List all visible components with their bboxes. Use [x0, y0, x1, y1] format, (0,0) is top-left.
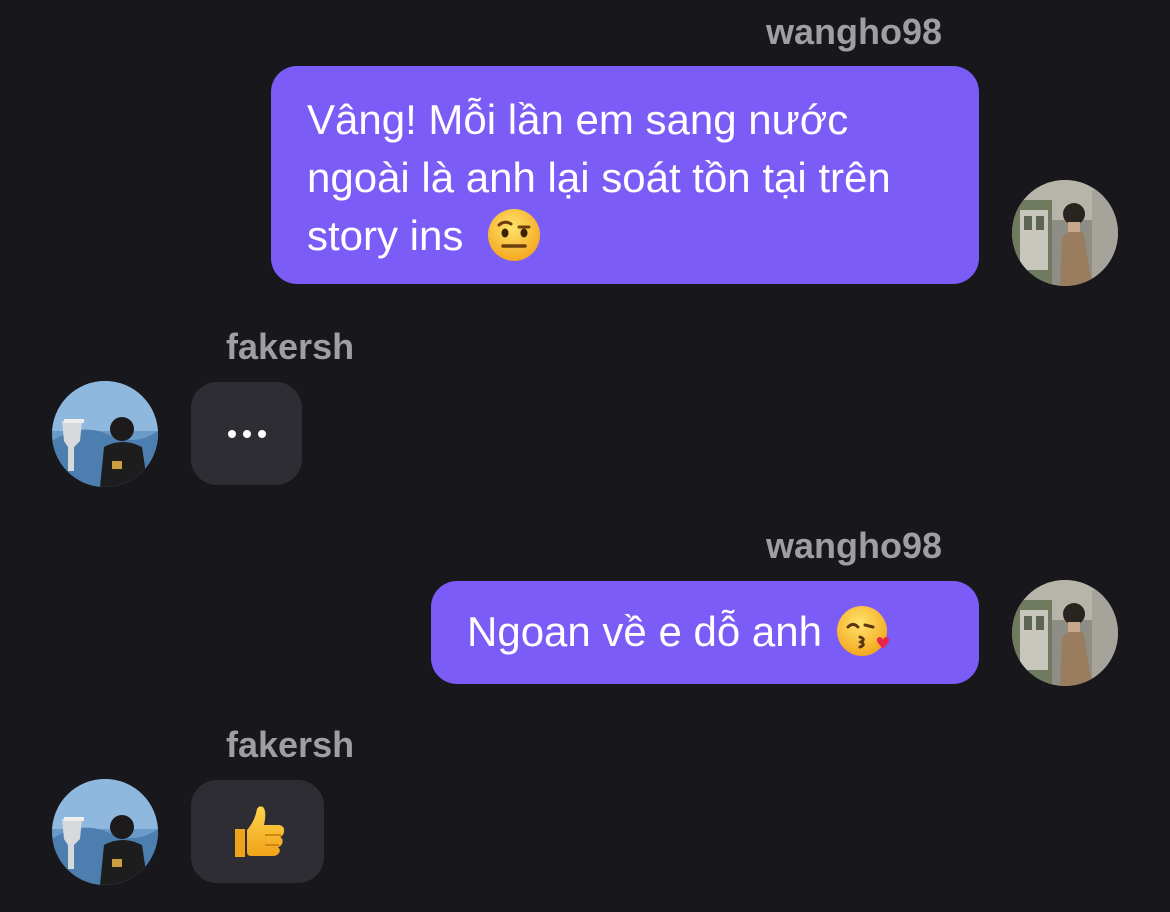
wangho98-avatar[interactable] [1012, 180, 1118, 286]
message-bubble-incoming[interactable]: ... [191, 382, 302, 485]
thumbs-up-icon [229, 803, 287, 861]
ellipsis-indicator [191, 382, 302, 485]
wangho98-avatar[interactable] [1012, 580, 1118, 686]
message-text: Ngoan về e dỗ anh [467, 608, 822, 655]
message-bubble-incoming[interactable] [191, 780, 324, 883]
face-with-raised-eyebrow-icon [487, 208, 541, 262]
sender-username: fakersh [226, 724, 355, 765]
fakersh-avatar[interactable] [52, 381, 158, 487]
sender-username: fakersh [226, 326, 355, 367]
dot [227, 429, 236, 438]
message-bubble-outgoing[interactable]: Vâng! Mỗi lần em sang nước ngoài là anh … [271, 66, 979, 284]
dot [257, 429, 266, 438]
face-blowing-kiss-icon [836, 603, 892, 659]
sender-username: wangho98 [765, 11, 942, 52]
message-bubble-outgoing[interactable]: Ngoan về e dỗ anh [431, 581, 979, 684]
dot [242, 429, 251, 438]
chat-thread: wangho98 Vâng! Mỗi lần em sang nước ngoà… [0, 0, 1170, 912]
fakersh-avatar[interactable] [52, 779, 158, 885]
message-text: Vâng! Mỗi lần em sang nước ngoài là anh … [307, 96, 891, 259]
sender-username: wangho98 [765, 525, 942, 566]
